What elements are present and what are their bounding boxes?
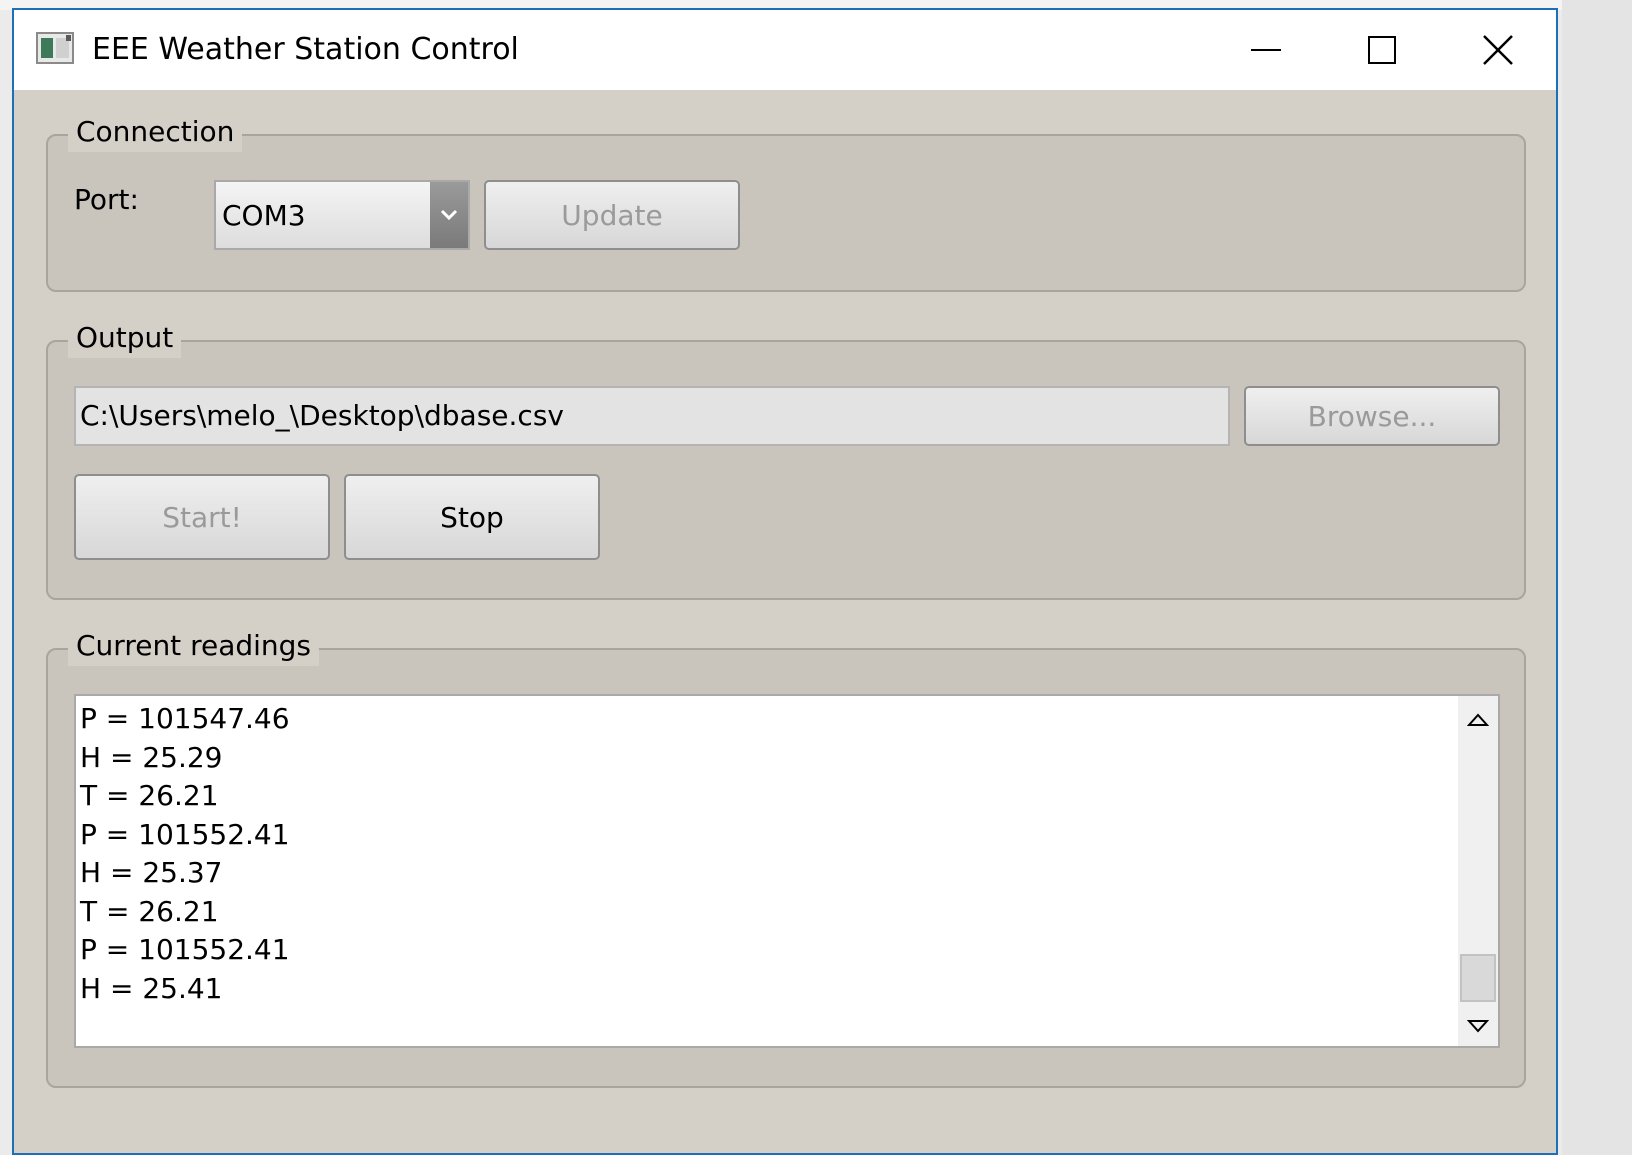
close-button[interactable]: [1440, 10, 1556, 90]
client-area: Connection Port: COM3 Update Output C:\U…: [14, 90, 1556, 1153]
desktop-background-right: [1562, 0, 1632, 1155]
readings-text-area[interactable]: P = 101547.46 H = 25.29 T = 26.21 P = 10…: [74, 694, 1500, 1048]
update-button[interactable]: Update: [484, 180, 740, 250]
current-readings-group-label: Current readings: [68, 626, 320, 666]
chevron-down-icon[interactable]: [430, 182, 468, 248]
reading-line: P = 101552.41: [80, 933, 290, 966]
reading-line: P = 101547.46: [80, 702, 290, 735]
connection-group: Connection Port: COM3 Update: [46, 112, 1526, 292]
current-readings-group: Current readings P = 101547.46 H = 25.29…: [46, 626, 1526, 1088]
app-window-icon: [36, 32, 74, 64]
readings-list: P = 101547.46 H = 25.29 T = 26.21 P = 10…: [80, 700, 290, 1008]
triangle-down-icon[interactable]: [1458, 1006, 1498, 1046]
reading-line: H = 25.29: [80, 740, 223, 774]
port-combobox[interactable]: COM3: [214, 180, 470, 250]
reading-line: P = 101552.41: [80, 817, 290, 851]
minimize-icon: [1251, 48, 1281, 52]
reading-line: H = 25.37: [80, 856, 223, 889]
browse-button[interactable]: Browse...: [1244, 386, 1500, 446]
reading-line: T = 26.21: [80, 779, 219, 812]
reading-line: T = 26.21: [80, 894, 219, 928]
minimize-button[interactable]: [1208, 10, 1324, 90]
reading-line: H = 25.41: [80, 971, 223, 1005]
maximize-icon: [1368, 36, 1396, 64]
port-combobox-value: COM3: [222, 199, 306, 232]
port-label: Port:: [74, 183, 139, 216]
maximize-button[interactable]: [1324, 10, 1440, 90]
output-group: Output C:\Users\melo_\Desktop\dbase.csv …: [46, 318, 1526, 600]
close-icon: [1483, 35, 1513, 65]
title-bar[interactable]: EEE Weather Station Control: [14, 10, 1556, 90]
triangle-up-icon[interactable]: [1458, 700, 1498, 740]
connection-group-label: Connection: [68, 112, 243, 152]
output-path-field[interactable]: C:\Users\melo_\Desktop\dbase.csv: [74, 386, 1230, 446]
window-title: EEE Weather Station Control: [92, 32, 519, 67]
stop-button[interactable]: Stop: [344, 474, 600, 560]
scrollbar-thumb[interactable]: [1460, 954, 1496, 1002]
output-group-label: Output: [68, 318, 182, 358]
readings-scrollbar[interactable]: [1458, 696, 1498, 1046]
start-button[interactable]: Start!: [74, 474, 330, 560]
app-window: EEE Weather Station Control Connection P…: [12, 8, 1558, 1155]
